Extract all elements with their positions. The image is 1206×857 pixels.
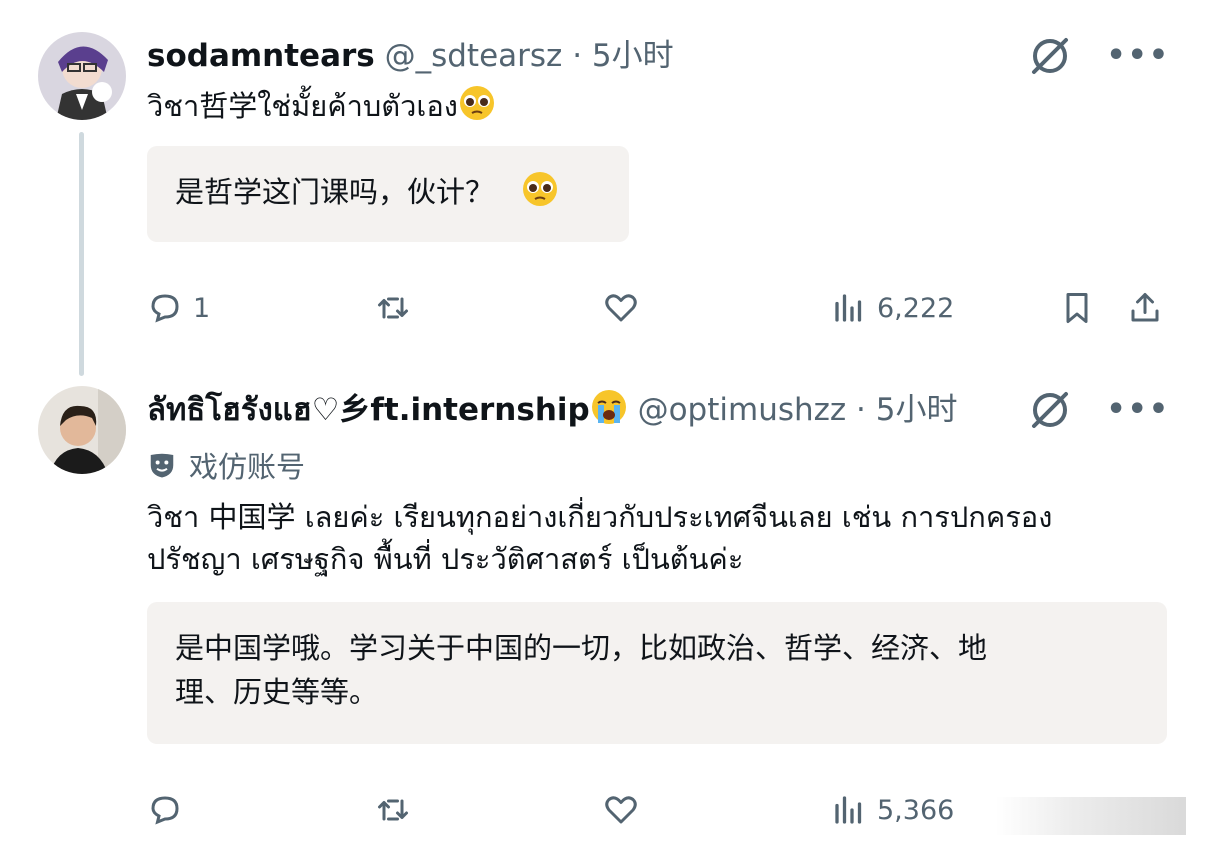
views-icon [835,294,862,322]
post-actions: 1 6,222 [147,290,1167,340]
views-count: 5,366 [877,794,955,826]
display-name[interactable]: sodamntears [147,38,375,74]
user-handle[interactable]: @_sdtearsz [385,38,563,74]
reply-button[interactable] [147,792,183,828]
display-name[interactable]: ลัทธิโฮรังแฮ♡乡ft.internship [147,392,590,428]
bookmark-button[interactable] [1059,290,1095,326]
post-top-actions: ••• [1028,34,1170,78]
translation-line: 是中国学哦。学习关于中国的一切，比如政治、哲学、经济、地 [175,631,988,665]
separator-dot: · [856,392,866,428]
more-icon[interactable]: ••• [1106,41,1170,71]
retweet-icon [378,297,408,319]
reply-icon [151,796,179,825]
bookmark-icon [1066,293,1088,323]
avatar[interactable] [38,32,126,120]
views-button[interactable]: 6,222 [831,290,954,326]
post-text-content: วิชา哲学ใช่มั้ยค้าบตัวเอง [147,89,458,123]
share-button[interactable] [1127,290,1163,326]
parody-text: 戏仿账号 [189,450,306,484]
post-top-actions: ••• [1028,388,1170,432]
loudly-crying-face-icon [591,390,626,424]
like-icon [605,796,637,824]
post-text: วิชา 中国学 เลยค่ะ เรียนทุกอย่างเกี่ยวกับปร… [147,496,1167,580]
separator-dot: · [572,38,583,74]
reply-count: 1 [193,292,211,324]
avatar[interactable] [38,386,126,474]
like-button[interactable] [603,792,639,828]
post-header: ลัทธิโฮรังแฮ♡乡ft.internship @optimushzz … [147,388,958,430]
translation-text: 是哲学这门课吗，伙计？ [175,175,495,209]
views-icon [835,796,862,824]
watermark [996,797,1186,835]
grok-icon[interactable] [1028,388,1072,432]
pleading-face-icon [459,86,494,120]
more-icon[interactable]: ••• [1106,395,1170,425]
retweet-button[interactable] [375,792,411,828]
share-icon [1131,293,1159,322]
like-button[interactable] [603,290,639,326]
timestamp[interactable]: 5小时 [876,392,958,428]
parody-label: 戏仿账号 [147,444,305,486]
grok-icon[interactable] [1028,34,1072,78]
reply-icon [151,294,179,323]
retweet-button[interactable] [375,290,411,326]
pleading-face-icon [523,172,558,206]
theater-mask-icon [150,453,174,478]
retweet-icon [378,799,408,821]
post-text-line: วิชา 中国学 เลยค่ะ เรียนทุกอย่างเกี่ยวกับปร… [147,500,1053,534]
translation-box: 是中国学哦。学习关于中国的一切，比如政治、哲学、经济、地 理、历史等等。 [147,602,1167,744]
post-header: sodamntears @_sdtearsz · 5小时 [147,36,674,76]
timestamp[interactable]: 5小时 [592,38,674,74]
views-count: 6,222 [877,292,955,324]
translation-line: 理、历史等等。 [175,675,379,709]
post-text: วิชา哲学ใช่มั้ยค้าบตัวเอง [147,84,496,127]
views-button[interactable]: 5,366 [831,792,954,828]
reply-button[interactable]: 1 [147,290,210,326]
post-text-line: ปรัชญา เศรษฐกิจ พื้นที่ ประวัติศาสตร์ เป… [147,542,744,576]
like-icon [605,294,637,322]
user-handle[interactable]: @optimushzz [638,392,847,428]
thread-connector [79,132,84,376]
translation-box: 是哲学这门课吗，伙计？ [147,146,629,242]
